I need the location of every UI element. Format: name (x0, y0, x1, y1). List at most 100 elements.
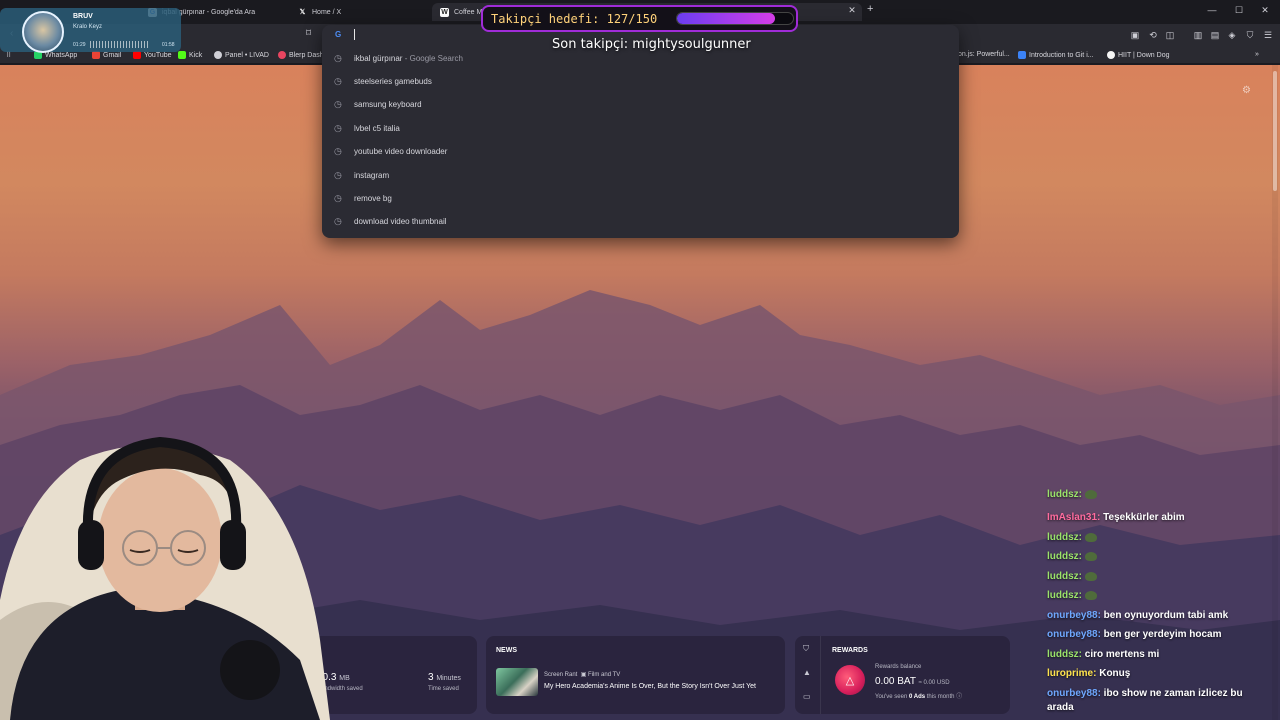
chat-message: luddsz: (1047, 488, 1269, 502)
chat-username[interactable]: luddsz: (1047, 590, 1082, 601)
frog-emote-icon (1085, 571, 1097, 581)
time-unit: Minutes (436, 675, 461, 682)
bookmark-kick[interactable]: Kick (178, 51, 202, 59)
chat-message: luddsz: ciro mertens mi (1047, 648, 1269, 662)
chat-username[interactable]: luddsz: (1047, 551, 1082, 562)
history-icon: ◷ (334, 75, 342, 86)
suggestion-text: youtube video downloader (354, 146, 448, 156)
suggestion-text: remove bg (354, 193, 392, 203)
chat-text: ciro mertens mi (1082, 649, 1160, 660)
rewards-balance: 0.00 BAT ≈ 0.00 USD (875, 676, 950, 687)
privacy-icon[interactable]: ⛉ (803, 644, 809, 654)
chat-username[interactable]: luddsz: (1047, 489, 1082, 500)
album-art (22, 11, 64, 53)
gmail-icon (92, 51, 100, 59)
bookmark-label: WhatsApp (45, 51, 78, 59)
bookmark-hiit[interactable]: HIIT | Down Dog (1107, 51, 1170, 59)
suggestion-text: ikbal gürpınar - Google Search (354, 54, 463, 63)
scrollbar-thumb[interactable] (1273, 71, 1277, 191)
news-thumbnail[interactable] (496, 668, 538, 696)
shield-icon[interactable]: ⛉ (1244, 30, 1256, 41)
blerp-icon (278, 51, 286, 59)
screenshot-icon[interactable]: ◫ (1164, 30, 1176, 41)
chat-username[interactable]: onurbey88: (1047, 610, 1101, 621)
chat-message: onurbey88: ben ger yerdeyim hocam (1047, 628, 1269, 642)
suggestion-item[interactable]: ◷ lvbel c5 italia (322, 117, 959, 139)
vpn-icon[interactable]: ◈ (1226, 30, 1238, 41)
bookmark-blerp[interactable]: Blerp Dash (278, 51, 324, 59)
sync-icon[interactable]: ⟲ (1147, 30, 1159, 41)
sidebar-icon[interactable]: ▥ (1192, 30, 1204, 41)
page-settings-icon[interactable]: ⚙ (1242, 85, 1251, 96)
frog-emote-icon (1085, 489, 1097, 499)
chat-username[interactable]: onurbey88: (1047, 629, 1101, 640)
rewards-label: REWARDS (832, 647, 868, 654)
bookmark-label: YouTube (144, 51, 172, 59)
follower-goal-text: Takipçi hedefi: 127/150 (491, 12, 658, 26)
suggestion-item[interactable]: ◷ remove bg (322, 187, 959, 209)
wallet-icon[interactable]: ▤ (1209, 30, 1221, 41)
bookmark-label: Blerp Dash (289, 51, 324, 59)
track-artist: Kralo Keyz (73, 24, 103, 30)
suggestion-text: instagram (354, 170, 390, 180)
bookmark-youtube[interactable]: YouTube (133, 51, 172, 59)
chat-text: Teşekkürler abim (1100, 512, 1185, 523)
history-icon: ◷ (334, 169, 342, 180)
minimize-icon[interactable]: — (1205, 5, 1219, 15)
chat-message: ImAslan31: Teşekkürler abim (1047, 511, 1269, 525)
bookmark-panel-livad[interactable]: Panel • LIVAD (214, 51, 269, 59)
suggestion-item[interactable]: ◷ samsung keyboard (322, 93, 959, 115)
suggestion-text: samsung keyboard (354, 99, 422, 109)
rewards-triangle-icon[interactable]: ▲ (803, 668, 811, 677)
card-icon[interactable]: ▭ (803, 692, 811, 701)
news-headline[interactable]: My Hero Academia's Anime Is Over, But th… (544, 683, 756, 690)
news-source-name: Screen Rant (544, 672, 578, 678)
time-saved-value: 3 Minutes (428, 672, 461, 683)
chat-username[interactable]: luroprime: (1047, 668, 1096, 679)
bookmark-gmail[interactable]: Gmail (92, 51, 121, 59)
extensions-icon[interactable]: ▣ (1129, 30, 1141, 41)
suggestion-item[interactable]: ◷ download video thumbnail (322, 210, 959, 232)
frog-emote-icon (1085, 532, 1097, 542)
menu-icon[interactable]: ☰ (1262, 30, 1274, 41)
suggestion-item[interactable]: ◷ instagram (322, 164, 959, 186)
chat-text: ben oynuyordum tabi amk (1100, 610, 1229, 621)
audio-waveform (90, 41, 150, 48)
bookmark-icon[interactable]: ⌑ (306, 28, 311, 39)
chat-username[interactable]: luddsz: (1047, 649, 1082, 660)
chat-message: luddsz: (1047, 589, 1269, 603)
new-tab-button[interactable]: + (867, 3, 873, 15)
chat-username[interactable]: luddsz: (1047, 571, 1082, 582)
bookmark-label: on.js: Powerful... (958, 51, 1010, 58)
google-icon: G (335, 30, 342, 39)
suggestion-text: steelseries gamebuds (354, 76, 432, 86)
webcam-feed (0, 436, 330, 720)
tab-close-icon[interactable]: ✕ (845, 5, 859, 16)
suggestion-item[interactable]: ◷ youtube video downloader (322, 140, 959, 162)
livad-icon (214, 51, 222, 59)
ads-seen-suffix: this month (926, 694, 955, 700)
w-icon: W (440, 7, 449, 17)
chat-username[interactable]: luddsz: (1047, 532, 1082, 543)
suggestion-item[interactable]: ◷ steelseries gamebuds (322, 70, 959, 92)
follower-goal-bar: Takipçi hedefi: 127/150 (481, 5, 798, 32)
news-widget[interactable]: NEWS Screen Rant ▣ Film and TV My Hero A… (486, 636, 785, 714)
close-window-icon[interactable]: ✕ (1258, 5, 1272, 16)
apps-grid-icon[interactable]: ⠿ (6, 51, 11, 59)
chat-username[interactable]: ImAslan31: (1047, 512, 1100, 523)
tab-home-x[interactable]: 𝕏 Home / X (290, 3, 430, 21)
ads-seen-count: 0 Ads (908, 694, 926, 700)
ads-seen-prefix: You've seen (875, 694, 908, 700)
more-bookmarks-icon[interactable]: » (1255, 51, 1259, 58)
maximize-icon[interactable]: ☐ (1232, 5, 1246, 16)
track-duration: 01:58 (162, 42, 175, 48)
track-title: BRUV (73, 13, 93, 20)
bookmark-onjs[interactable]: on.js: Powerful... (958, 51, 1010, 58)
chat-username[interactable]: onurbey88: (1047, 688, 1101, 699)
chat-message: luddsz: (1047, 531, 1269, 545)
bookmark-label: Introduction to Git i... (1029, 51, 1094, 59)
rewards-balance-label: Rewards balance (875, 664, 922, 670)
last-follower-text: Son takipçi: mightysoulgunner (552, 37, 751, 52)
tab-title: Home / X (312, 8, 342, 16)
bookmark-git-intro[interactable]: Introduction to Git i... (1018, 51, 1094, 59)
